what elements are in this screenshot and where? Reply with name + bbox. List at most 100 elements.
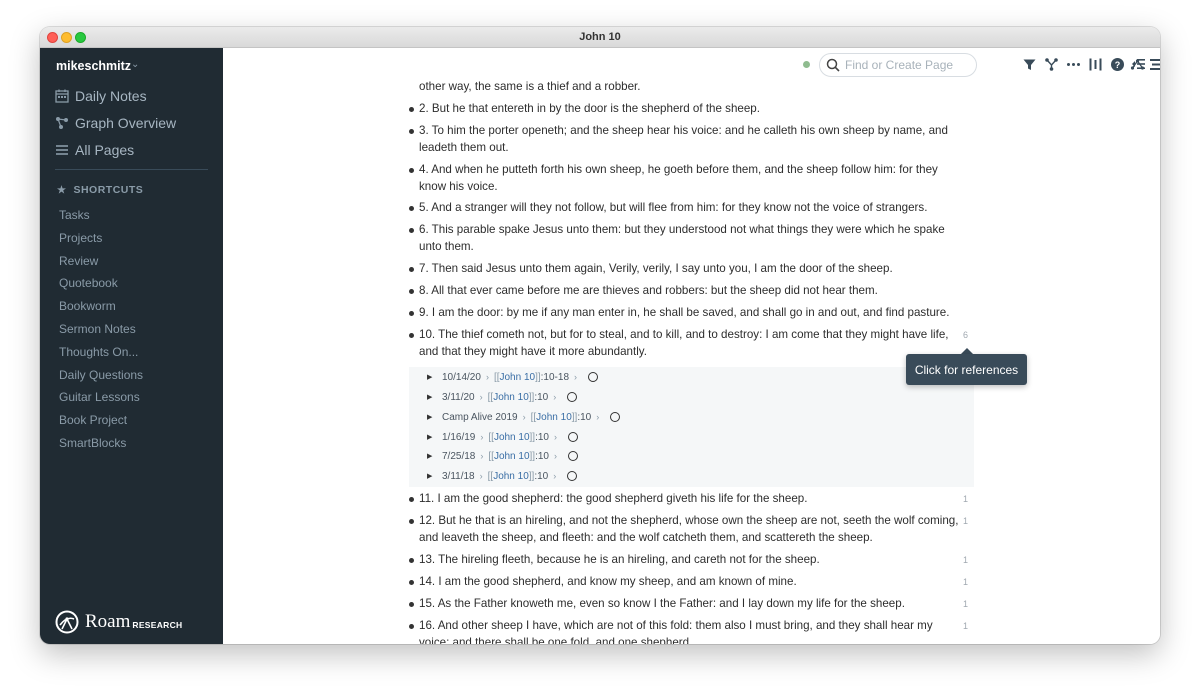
caret-right-icon[interactable]: ▶	[427, 433, 435, 441]
page-link[interactable]: John 10	[494, 451, 530, 462]
block-text[interactable]: 3. To him the porter openeth; and the sh…	[419, 123, 964, 156]
block-bullet[interactable]	[409, 228, 414, 233]
block-text[interactable]: 2. But he that entereth in by the door i…	[419, 101, 964, 118]
bullet-circle-icon[interactable]	[610, 412, 621, 422]
reference-count[interactable]: 1	[963, 621, 968, 631]
block-bullet[interactable]	[409, 107, 414, 112]
sidebar-item-all-pages[interactable]: All Pages	[55, 140, 134, 160]
sidebar-shortcut[interactable]: SmartBlocks	[59, 436, 126, 450]
filter-icon[interactable]	[1022, 57, 1037, 72]
block-bullet[interactable]	[409, 580, 414, 585]
sidebar-shortcut[interactable]: Tasks	[59, 208, 90, 222]
columns-icon[interactable]	[1088, 57, 1103, 72]
block-bullet[interactable]	[409, 558, 414, 563]
sidebar-shortcut[interactable]: Daily Questions	[59, 368, 143, 382]
reference-row[interactable]: ▶ 1/16/19 › [[John 10]]:10 ›	[427, 430, 578, 444]
align-icon[interactable]	[1149, 57, 1160, 72]
block-text[interactable]: 14. I am the good shepherd, and know my …	[419, 574, 964, 591]
reference-row[interactable]: ▶ 7/25/18 › [[John 10]]:10 ›	[427, 449, 578, 463]
caret-right-icon[interactable]: ▶	[427, 393, 435, 401]
bullet-circle-icon[interactable]	[567, 471, 578, 481]
block-bullet[interactable]	[409, 206, 414, 211]
chevron-down-icon[interactable]: ⌄	[131, 59, 139, 70]
reference-count[interactable]: 1	[963, 599, 968, 609]
block-bullet[interactable]	[409, 624, 414, 629]
sidebar-shortcut[interactable]: Sermon Notes	[59, 322, 136, 336]
reference-row[interactable]: ▶ Camp Alive 2019 › [[John 10]]:10 ›	[427, 410, 621, 424]
roam-logo-icon	[55, 610, 79, 634]
block-text[interactable]: 5. And a stranger will they not follow, …	[419, 200, 964, 217]
breadcrumb-separator-icon: ›	[479, 471, 483, 481]
branch-icon[interactable]	[1044, 57, 1059, 72]
reference-page[interactable]: 1/16/19	[442, 432, 475, 443]
reference-count[interactable]: 6	[963, 330, 968, 340]
sidebar-shortcut[interactable]: Bookworm	[59, 299, 116, 313]
reference-page[interactable]: 3/11/20	[442, 392, 475, 403]
reference-page[interactable]: 10/14/20	[442, 372, 481, 383]
sidebar-shortcut[interactable]: Guitar Lessons	[59, 390, 140, 404]
block-text[interactable]: 11. I am the good shepherd: the good she…	[419, 491, 964, 508]
block-bullet[interactable]	[409, 311, 414, 316]
reference-count[interactable]: 1	[963, 494, 968, 504]
reference-count[interactable]: 1	[963, 555, 968, 565]
sidebar-shortcut[interactable]: Quotebook	[59, 276, 118, 290]
reference-row[interactable]: ▶ 3/11/20 › [[John 10]]:10 ›	[427, 390, 578, 404]
block-bullet[interactable]	[409, 168, 414, 173]
verse-ref: :10	[534, 391, 549, 403]
caret-right-icon[interactable]: ▶	[427, 373, 435, 381]
page-link[interactable]: John 10	[493, 392, 529, 403]
search-input[interactable]	[845, 58, 965, 72]
sidebar-item-daily-notes[interactable]: Daily Notes	[55, 86, 147, 106]
sidebar-shortcut[interactable]: Projects	[59, 231, 102, 245]
reference-count[interactable]: 1	[963, 516, 968, 526]
search-box[interactable]	[819, 53, 977, 77]
reference-row[interactable]: ▶ 3/11/18 › [[John 10]]:10 ›	[427, 469, 578, 483]
help-icon[interactable]: ?	[1110, 57, 1125, 72]
sidebar-item-graph-overview[interactable]: Graph Overview	[55, 113, 176, 133]
page-link[interactable]: John 10	[536, 412, 572, 423]
block-text[interactable]: 4. And when he putteth forth his own she…	[419, 162, 964, 195]
block-text[interactable]: 7. Then said Jesus unto them again, Veri…	[419, 261, 964, 278]
block-bullet[interactable]	[409, 497, 414, 502]
block-bullet[interactable]	[409, 602, 414, 607]
reference-page[interactable]: 3/11/18	[442, 471, 475, 482]
caret-right-icon[interactable]: ▶	[427, 413, 435, 421]
reference-page[interactable]: 7/25/18	[442, 451, 475, 462]
block-text[interactable]: 12. But he that is an hireling, and not …	[419, 513, 964, 546]
caret-right-icon[interactable]: ▶	[427, 452, 435, 460]
sidebar-shortcut[interactable]: Book Project	[59, 413, 127, 427]
block-bullet[interactable]	[409, 289, 414, 294]
outdent-icon[interactable]	[1131, 57, 1145, 71]
block-text[interactable]: 9. I am the door: by me if any man enter…	[419, 305, 964, 322]
logo-wordmark: Roam	[85, 611, 131, 632]
block-bullet[interactable]	[409, 129, 414, 134]
block-bullet[interactable]	[409, 333, 414, 338]
bullet-circle-icon[interactable]	[567, 392, 578, 402]
reference-row[interactable]: ▶ 10/14/20 › [[John 10]]:10-18 ›	[427, 370, 599, 384]
user-menu[interactable]: mikeschmitz	[56, 59, 131, 73]
verse-ref: :10	[534, 470, 549, 482]
bullet-circle-icon[interactable]	[568, 451, 578, 461]
sidebar-shortcut[interactable]: Review	[59, 254, 98, 268]
block-text[interactable]: 16. And other sheep I have, which are no…	[419, 618, 964, 644]
page-link[interactable]: John 10	[494, 432, 530, 443]
breadcrumb-separator-icon: ›	[554, 432, 557, 442]
breadcrumb-separator-icon: ›	[553, 471, 557, 481]
more-icon[interactable]	[1066, 57, 1081, 72]
block-bullet[interactable]	[409, 519, 414, 524]
sidebar-shortcut[interactable]: Thoughts On...	[59, 345, 138, 359]
block-text[interactable]: 15. As the Father knoweth me, even so kn…	[419, 596, 964, 613]
bullet-circle-icon[interactable]	[588, 372, 599, 382]
page-link[interactable]: John 10	[500, 372, 536, 383]
bullet-circle-icon[interactable]	[568, 432, 578, 442]
block-text[interactable]: 8. All that ever came before me are thie…	[419, 283, 964, 300]
block-bullet[interactable]	[409, 267, 414, 272]
page-link[interactable]: John 10	[493, 471, 529, 482]
caret-right-icon[interactable]: ▶	[427, 472, 435, 480]
top-bar: ?	[223, 48, 1160, 86]
reference-page[interactable]: Camp Alive 2019	[442, 412, 518, 423]
block-text[interactable]: 13. The hireling fleeth, because he is a…	[419, 552, 964, 569]
reference-count[interactable]: 1	[963, 577, 968, 587]
block-text[interactable]: 10. The thief cometh not, but for to ste…	[419, 327, 964, 360]
block-text[interactable]: 6. This parable spake Jesus unto them: b…	[419, 222, 964, 255]
